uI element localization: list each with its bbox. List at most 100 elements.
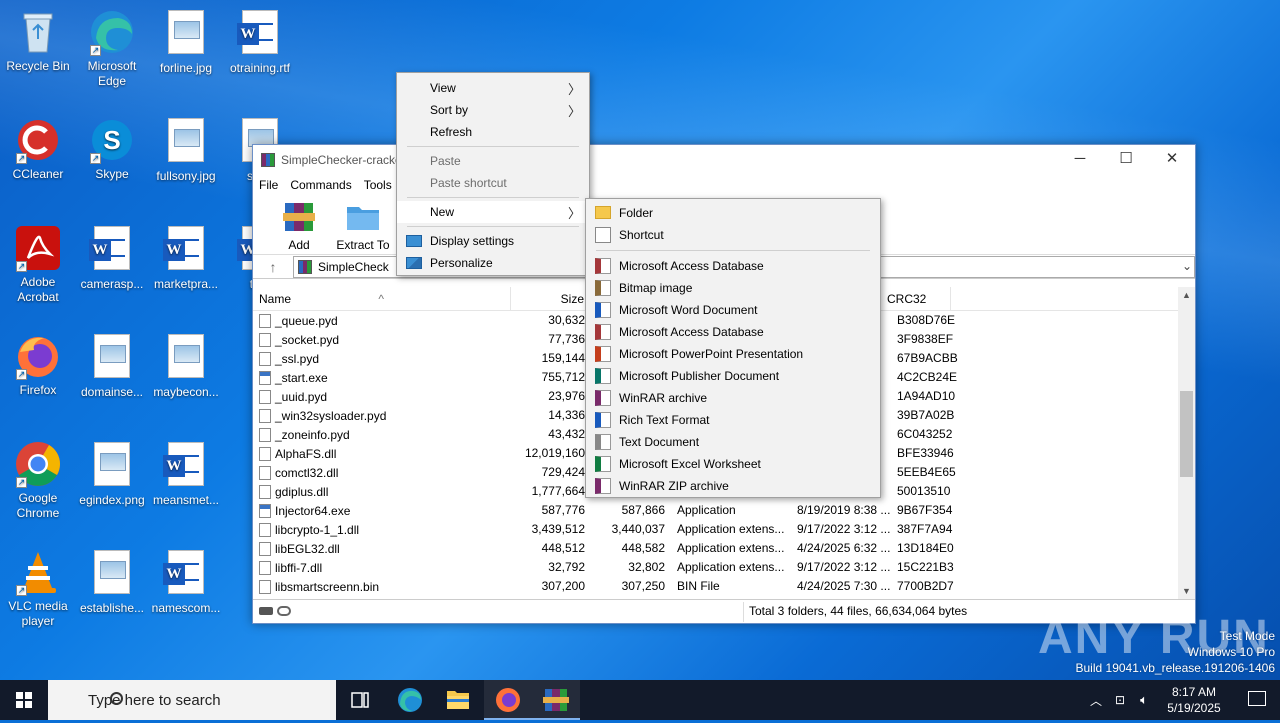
desktop-icon-ccleaner[interactable]: ↗ CCleaner: [0, 116, 76, 182]
desktop-icon-camerasp[interactable]: W camerasp...: [74, 224, 150, 292]
desktop-icon-meansmet[interactable]: W meansmet...: [148, 440, 224, 508]
archive-icon: [298, 259, 312, 274]
vertical-scrollbar[interactable]: ▲ ▼: [1178, 287, 1195, 599]
column-size[interactable]: Size: [511, 287, 591, 310]
menu-file[interactable]: File: [259, 178, 278, 192]
desktop-icon-adobe-acrobat[interactable]: ↗ Adobe Acrobat: [0, 224, 76, 305]
menu-item-new[interactable]: New 〉: [397, 201, 589, 223]
task-view-icon: [351, 692, 369, 708]
table-row[interactable]: libsmartscreenn.bin 307,200 307,250 BIN Fil…: [253, 577, 1179, 596]
desktop-icon-namescom[interactable]: W namescom...: [148, 548, 224, 616]
svg-text:S: S: [103, 125, 120, 155]
new-item[interactable]: Microsoft PowerPoint Presentation: [586, 343, 880, 365]
scroll-thumb[interactable]: [1180, 391, 1193, 477]
column-name[interactable]: Name ^: [253, 287, 511, 310]
winrar-icon: [543, 689, 569, 711]
desktop-icon-google-chrome[interactable]: ↗ Google Chrome: [0, 440, 76, 521]
close-button[interactable]: ✕: [1149, 145, 1195, 173]
windows-logo-icon: [16, 692, 32, 708]
clock[interactable]: 8:17 AM 5/19/2025: [1156, 684, 1232, 716]
start-button[interactable]: [0, 680, 48, 720]
file-crc: 39B7A02B: [897, 408, 955, 422]
table-row[interactable]: Injector64.exe 587,776 587,866 Application 8…: [253, 501, 1179, 520]
taskbar-file-explorer[interactable]: [434, 680, 482, 720]
table-row[interactable]: libcrypto-1_1.dll 3,439,512 3,440,037 Appli…: [253, 520, 1179, 539]
new-item[interactable]: Microsoft Access Database: [586, 321, 880, 343]
file-size: 448,512: [541, 541, 585, 555]
volume-icon[interactable]: 🔈︎: [1132, 692, 1156, 708]
new-folder-item[interactable]: Folder: [586, 202, 880, 224]
menu-item-personalize[interactable]: Personalize: [397, 252, 589, 274]
file-modified: 9/17/2022 3:12 ...: [797, 560, 891, 574]
desktop-icon-forline[interactable]: forline.jpg: [148, 8, 224, 76]
new-item[interactable]: Microsoft Publisher Document: [586, 365, 880, 387]
new-item[interactable]: WinRAR ZIP archive: [586, 475, 880, 497]
file-name: comctl32.dll: [275, 465, 339, 480]
desktop-icon-domainse[interactable]: domainse...: [74, 332, 150, 400]
new-item[interactable]: Rich Text Format: [586, 409, 880, 431]
file-crc: BFE33946: [897, 446, 954, 460]
minimize-button[interactable]: ─: [1057, 145, 1103, 173]
title-bar[interactable]: SimpleChecker-cracke ─ ☐ ✕: [253, 145, 1195, 175]
taskbar-edge[interactable]: [386, 680, 434, 720]
taskbar-winrar[interactable]: [532, 680, 580, 720]
file-icon: [259, 465, 271, 480]
extract-to-button[interactable]: Extract To: [331, 199, 395, 254]
menu-item-sort-by[interactable]: Sort by 〉: [397, 99, 589, 121]
desktop-icon-marketpra[interactable]: W marketpra...: [148, 224, 224, 292]
new-item[interactable]: Microsoft Access Database: [586, 255, 880, 277]
menu-tools[interactable]: Tools: [364, 178, 392, 192]
file-icon: [259, 560, 271, 575]
taskbar-firefox[interactable]: [484, 680, 532, 720]
word-doc-icon: W: [162, 442, 210, 490]
menu-item-refresh[interactable]: Refresh: [397, 121, 589, 143]
new-shortcut-item[interactable]: Shortcut: [586, 224, 880, 246]
up-arrow-icon[interactable]: ↑: [253, 259, 293, 275]
desktop-icon-firefox[interactable]: ↗ Firefox: [0, 332, 76, 398]
key-icon: [277, 606, 291, 616]
file-type: Application extens...: [677, 541, 785, 555]
menu-item-paste[interactable]: Paste: [397, 150, 589, 172]
desktop-icon-otraining[interactable]: W otraining.rtf: [222, 8, 298, 76]
menu-commands[interactable]: Commands: [290, 178, 351, 192]
maximize-button[interactable]: ☐: [1103, 145, 1149, 173]
file-icon: [259, 351, 271, 366]
notification-icon[interactable]: [1248, 691, 1266, 706]
menu-item-paste-shortcut[interactable]: Paste shortcut: [397, 172, 589, 194]
desktop-icon-recycle-bin[interactable]: Recycle Bin: [0, 8, 76, 74]
desktop-icon-vlc[interactable]: ↗ VLC media player: [0, 548, 76, 629]
menu-item-view[interactable]: View 〉: [397, 77, 589, 99]
file-icon: [259, 370, 271, 385]
desktop-icon-maybecon[interactable]: maybecon...: [148, 332, 224, 400]
table-row[interactable]: libEGL32.dll 448,512 448,582 Application ex…: [253, 539, 1179, 558]
file-type-icon: [595, 324, 611, 340]
file-icon: [259, 446, 271, 461]
taskbar-search[interactable]: Type here to search: [48, 680, 336, 720]
desktop-icon-skype[interactable]: S ↗ Skype: [74, 116, 150, 182]
file-crc: 1A94AD10: [897, 389, 956, 403]
menu-item-display-settings[interactable]: Display settings: [397, 230, 589, 252]
file-size: 159,144: [541, 351, 585, 365]
table-row[interactable]: libffi-7.dll 32,792 32,802 Application exte…: [253, 558, 1179, 577]
chevron-up-icon[interactable]: ︿: [1084, 692, 1108, 709]
desktop-icon-establishe[interactable]: establishe...: [74, 548, 150, 616]
desktop-icon-microsoft-edge[interactable]: ↗ Microsoft Edge: [74, 8, 150, 89]
new-item[interactable]: Bitmap image: [586, 277, 880, 299]
new-item[interactable]: Microsoft Word Document: [586, 299, 880, 321]
chevron-down-icon[interactable]: ⌄: [1182, 259, 1192, 273]
column-crc32[interactable]: CRC32: [881, 287, 951, 310]
network-icon[interactable]: ⊡: [1108, 693, 1132, 707]
new-item[interactable]: Text Document: [586, 431, 880, 453]
chevron-right-icon: 〉: [567, 205, 581, 221]
desktop-icon-fullsony[interactable]: fullsony.jpg: [148, 116, 224, 184]
file-icon: [259, 389, 271, 404]
file-name: _win32sysloader.pyd: [275, 408, 387, 423]
task-view-button[interactable]: [336, 680, 384, 720]
scroll-up-icon[interactable]: ▲: [1178, 287, 1195, 303]
file-icon: [259, 522, 271, 537]
add-button[interactable]: Add: [267, 199, 331, 254]
new-item[interactable]: Microsoft Excel Worksheet: [586, 453, 880, 475]
new-item[interactable]: WinRAR archive: [586, 387, 880, 409]
scroll-down-icon[interactable]: ▼: [1178, 583, 1195, 599]
desktop-icon-egindex[interactable]: egindex.png: [74, 440, 150, 508]
